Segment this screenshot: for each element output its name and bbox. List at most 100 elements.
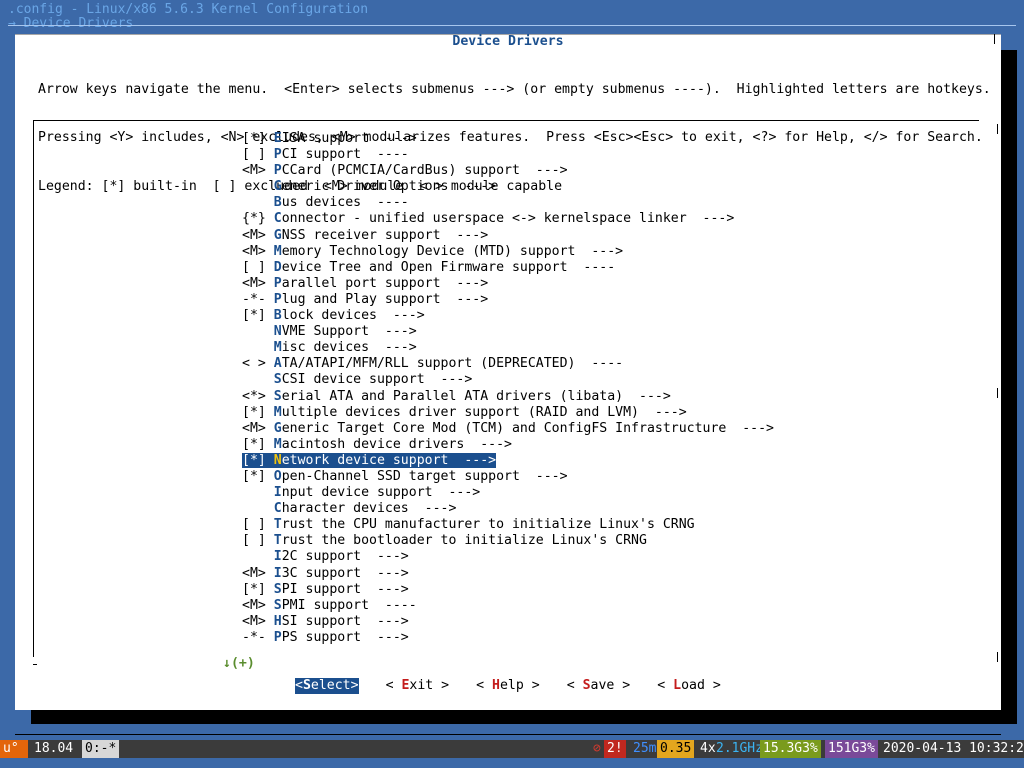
menu-item-prefix: <M> (242, 420, 274, 436)
menu-item-prefix (242, 485, 274, 500)
button-load[interactable]: < Load > (657, 678, 721, 694)
menu-item[interactable]: <M> PCCard (PCMCIA/CardBus) support ---> (242, 163, 774, 179)
menu-item[interactable]: [*] Multiple devices driver support (RAI… (242, 405, 774, 421)
menu-item[interactable]: [*] Network device support ---> (242, 452, 774, 469)
menu-item-prefix (242, 340, 274, 355)
menu-item[interactable]: [ ] Device Tree and Open Firmware suppor… (242, 260, 774, 276)
menu-item[interactable]: [*] SPI support ---> (242, 582, 774, 598)
menu-item[interactable]: [ ] Trust the CPU manufacturer to initia… (242, 517, 774, 533)
menu-item-hotkey: B (273, 308, 282, 324)
menu-item-label: lock devices ---> (281, 308, 425, 324)
menu-item[interactable]: [*] Block devices ---> (242, 308, 774, 324)
menu-item[interactable]: [*] EISA support ---> (242, 131, 774, 147)
menu-item[interactable]: [ ] PCI support ---- (242, 147, 774, 163)
menu-item-prefix: [ ] (242, 259, 274, 275)
button-hotkey: H (492, 678, 500, 693)
menu-item-hotkey: G (273, 420, 282, 436)
menu-item-prefix: < > (242, 356, 274, 372)
menu-item-hotkey: E (273, 131, 282, 146)
menu-item[interactable]: Misc devices ---> (242, 340, 774, 356)
button-help[interactable]: < Help > (476, 678, 540, 694)
menu-item[interactable]: I2C support ---> (242, 549, 774, 565)
button-save[interactable]: < Save > (567, 678, 631, 694)
menu-item-hotkey: I (273, 549, 282, 565)
menu-item-label: emory Technology Device (MTD) support --… (281, 243, 624, 259)
menu-item-prefix (242, 195, 274, 210)
menu-item-prefix: -*- (242, 291, 274, 307)
menu-item[interactable]: Bus devices ---- (242, 195, 774, 211)
button-bar: <Select> < Exit > < Help > < Save > < Load > (295, 678, 748, 695)
menu-item-prefix: [*] (242, 308, 274, 324)
menu-item-prefix: <*> (242, 388, 274, 404)
menu-item-label: 3C support ---> (281, 565, 409, 581)
menu-item[interactable]: {*} Connector - unified userspace <-> ke… (242, 211, 774, 227)
menu-item-prefix: <M> (242, 227, 274, 243)
menu-item[interactable]: -*- PPS support ---> (242, 630, 774, 646)
button-hotkey: S (582, 678, 591, 693)
menu-item[interactable]: [ ] Trust the bootloader to initialize L… (242, 533, 774, 549)
top-divider (8, 25, 1016, 26)
menu-item-hotkey: I (273, 565, 282, 581)
status-uptime: 25m (633, 741, 657, 756)
menu-item[interactable]: Character devices ---> (242, 501, 774, 517)
menu-item-label: ultiple devices driver support (RAID and… (281, 404, 687, 420)
status-session[interactable]: 0:-* (82, 740, 120, 758)
menu-item-label: VME Support ---> (281, 324, 417, 340)
menu-item-label: rust the CPU manufacturer to initialize … (281, 517, 695, 533)
menu-item-hotkey: A (273, 356, 282, 372)
menu-item[interactable]: <*> Serial ATA and Parallel ATA drivers … (242, 389, 774, 405)
button-close-bracket: > (350, 678, 359, 693)
menu-item[interactable]: Input device support ---> (242, 485, 774, 501)
menu-item-prefix (242, 372, 274, 387)
button-hotkey: L (673, 678, 682, 693)
menu-item[interactable]: [*] Open-Channel SSD target support ---> (242, 469, 774, 485)
menu-item[interactable]: Generic Driver Options ---> (242, 179, 774, 195)
menu-item-prefix: [*] (242, 581, 274, 597)
menu-item-hotkey: H (273, 613, 282, 629)
button-label: xit (409, 678, 434, 693)
menu-item-hotkey: T (273, 533, 282, 549)
status-load: 0.35 (657, 740, 695, 758)
menu-item-label: CCard (PCMCIA/CardBus) support ---> (281, 163, 568, 179)
menu-item-label: PMI support ---- (281, 597, 417, 613)
menu-item[interactable]: <M> Parallel port support ---> (242, 276, 774, 292)
button-exit[interactable]: < Exit > (386, 678, 450, 694)
menu-item[interactable]: -*- Plug and Play support ---> (242, 292, 774, 308)
menu-item[interactable]: <M> SPMI support ---- (242, 598, 774, 614)
menu-item-label: eneric Target Core Mod (TCM) and ConfigF… (281, 420, 774, 436)
button-label: oad (681, 678, 705, 693)
menu-item-hotkey: T (273, 517, 282, 533)
menu-item[interactable]: < > ATA/ATAPI/MFM/RLL support (DEPRECATE… (242, 356, 774, 372)
button-select[interactable]: <Select> (295, 678, 359, 695)
menu-item-label: NSS receiver support ---> (281, 227, 489, 243)
menu-list: [*] EISA support --->[ ] PCI support ---… (242, 131, 774, 646)
menu-item-label: PS support ---> (281, 629, 409, 645)
menu-item-label: PI support ---> (281, 581, 409, 597)
menu-item-prefix (242, 324, 274, 339)
menu-item-hotkey: D (273, 259, 282, 275)
menu-item[interactable]: <M> GNSS receiver support ---> (242, 228, 774, 244)
menu-item[interactable]: SCSI device support ---> (242, 372, 774, 388)
menu-item[interactable]: [*] Macintosh device drivers ---> (242, 437, 774, 453)
menu-item[interactable]: <M> Memory Technology Device (MTD) suppo… (242, 244, 774, 260)
dialog-corner-mark (994, 34, 995, 44)
menu-item-prefix: <M> (242, 565, 274, 581)
menu-item[interactable]: NVME Support ---> (242, 324, 774, 340)
menu-item-hotkey: M (273, 436, 282, 452)
menu-item[interactable]: <M> I3C support ---> (242, 566, 774, 582)
menu-item-label: CSI device support ---> (281, 372, 473, 388)
button-open-bracket: < (657, 678, 674, 693)
menu-item-hotkey: M (273, 404, 282, 420)
menu-item[interactable]: <M> HSI support ---> (242, 614, 774, 630)
button-open-bracket: < (476, 678, 493, 693)
status-mem: 15.3G3% (760, 740, 821, 758)
button-label: ave (590, 678, 615, 693)
dialog: Device Drivers Arrow keys navigate the m… (15, 34, 1001, 735)
menu-item-label: TA/ATAPI/MFM/RLL support (DEPRECATED) --… (281, 356, 624, 372)
menu-item-hotkey: G (273, 179, 282, 195)
menu-item-prefix (242, 549, 274, 564)
status-left-icon: u° (0, 740, 28, 758)
menu-item[interactable]: <M> Generic Target Core Mod (TCM) and Co… (242, 421, 774, 437)
menu-item-hotkey: P (273, 275, 282, 291)
button-close-bracket: > (704, 678, 721, 693)
